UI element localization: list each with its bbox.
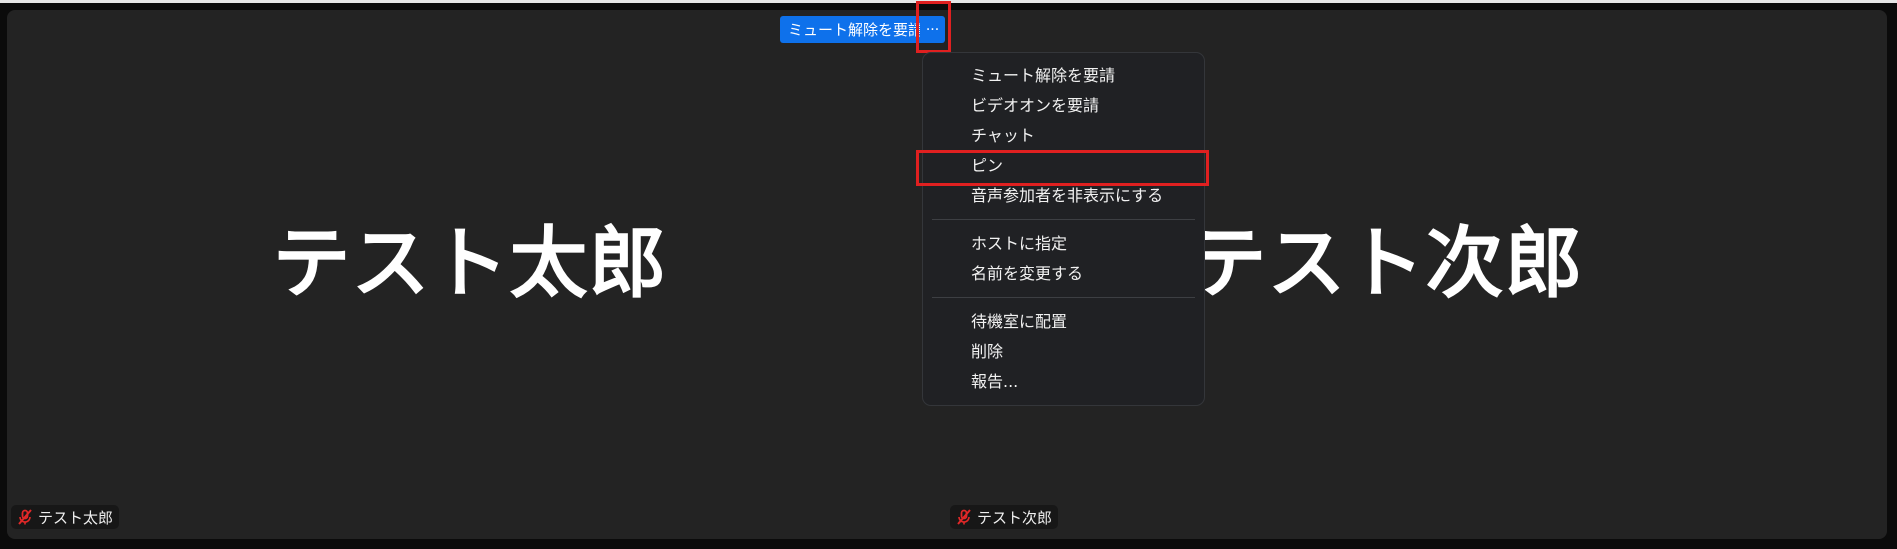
participant-context-menu: ミュート解除を要請 ビデオオンを要請 チャット ピン 音声参加者を非表示にする … xyxy=(922,52,1205,406)
ellipsis-icon: ··· xyxy=(925,21,940,38)
menu-item-request-video[interactable]: ビデオオンを要請 xyxy=(923,91,1204,121)
participant-name-tag: テスト太郎 xyxy=(11,505,120,529)
participant-display-name: テスト太郎 xyxy=(272,219,668,309)
menu-item-chat[interactable]: チャット xyxy=(923,121,1204,151)
menu-divider xyxy=(932,297,1195,298)
menu-item-remove[interactable]: 削除 xyxy=(923,337,1204,367)
muted-mic-icon xyxy=(16,508,34,526)
more-options-button[interactable]: ··· xyxy=(920,16,945,43)
top-edge xyxy=(0,0,1897,3)
menu-divider xyxy=(932,219,1195,220)
request-unmute-button[interactable]: ミュート解除を要請 xyxy=(780,16,932,43)
participant-name-tag: テスト次郎 xyxy=(950,505,1059,529)
menu-item-move-to-waiting-room[interactable]: 待機室に配置 xyxy=(923,307,1204,337)
participant-tile[interactable]: テスト太郎 テスト太郎 xyxy=(7,10,947,539)
menu-item-pin[interactable]: ピン xyxy=(923,151,1204,181)
participant-name-label: テスト太郎 xyxy=(38,508,114,527)
menu-item-make-host[interactable]: ホストに指定 xyxy=(923,229,1204,259)
muted-mic-icon xyxy=(955,508,973,526)
menu-item-hide-audio-participants[interactable]: 音声参加者を非表示にする xyxy=(923,181,1204,211)
participant-name-label: テスト次郎 xyxy=(977,508,1053,527)
meeting-window: テスト太郎 テスト太郎 テスト次郎 テスト次郎 ミュート解除を要請 ··· ミュ… xyxy=(0,0,1897,549)
menu-item-rename[interactable]: 名前を変更する xyxy=(923,259,1204,289)
menu-item-report[interactable]: 報告... xyxy=(923,367,1204,397)
menu-item-request-unmute[interactable]: ミュート解除を要請 xyxy=(923,61,1204,91)
